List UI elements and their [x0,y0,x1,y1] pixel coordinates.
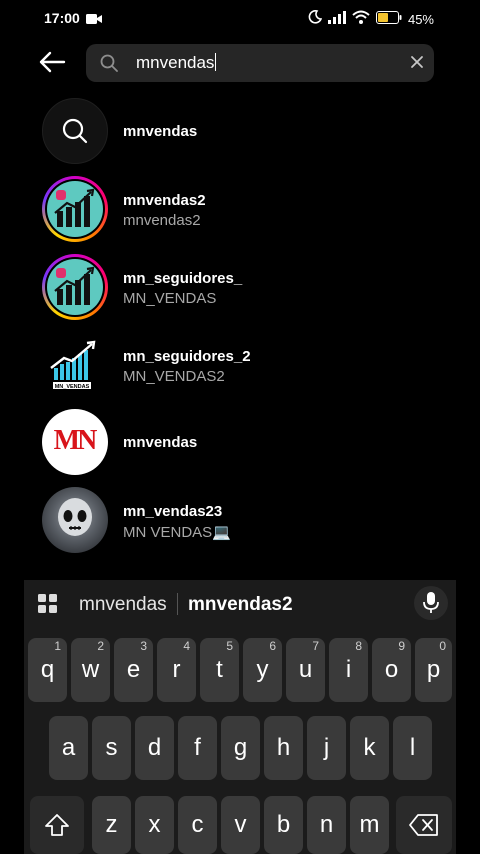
key-z[interactable]: z [92,796,131,854]
avatar [42,487,108,553]
key-t[interactable]: 5t [200,638,239,702]
result-subtitle: MN_VENDAS2 [123,368,225,385]
search-suggestion-avatar [42,98,108,164]
key-q[interactable]: 1q [28,638,67,702]
key-v[interactable]: v [221,796,260,854]
key-f[interactable]: f [178,716,217,780]
battery-icon [375,10,402,29]
battery-percent: 45% [407,12,434,27]
status-time: 17:00 [44,10,80,26]
backspace-icon [409,814,438,836]
result-subtitle: MN_VENDAS [123,290,217,307]
key-r[interactable]: 4r [157,638,196,702]
microphone-icon [423,592,439,613]
key-h[interactable]: h [264,716,303,780]
avatar: MN [42,409,108,475]
mask-face-icon [58,498,92,536]
key-w[interactable]: 2w [71,638,110,702]
list-item[interactable]: mnvendas [24,96,456,166]
microphone-button[interactable] [414,586,448,620]
back-button[interactable] [38,50,70,78]
chart-logo-icon [54,266,95,305]
key-l[interactable]: l [393,716,432,780]
phone-screen: 17:00 45% mnvendas mnvendas mnvendas2 mn… [24,0,456,854]
key-b[interactable]: b [264,796,303,854]
backspace-key[interactable] [396,796,452,854]
result-subtitle: mnvendas2 [123,212,201,229]
mn-logo: MN [53,425,98,456]
keyboard: mnvendas mnvendas2 1q 2w 3e 4r 5t 6y 7u … [24,580,456,854]
key-e[interactable]: 3e [114,638,153,702]
shift-key[interactable] [30,796,84,854]
result-title: mn_seguidores_2 [123,348,251,365]
key-n[interactable]: n [307,796,346,854]
search-icon [100,54,118,77]
search-input[interactable]: mnvendas [86,44,434,82]
key-s[interactable]: s [92,716,131,780]
suggestion-divider [177,593,178,615]
video-record-icon [86,12,102,30]
signal-icon [327,10,346,29]
result-subtitle: MN VENDAS💻 [123,524,231,541]
key-j[interactable]: j [307,716,346,780]
clear-search-button[interactable] [410,55,424,74]
list-item[interactable]: mn_vendas23 MN VENDAS💻 [24,485,456,555]
key-c[interactable]: c [178,796,217,854]
avatar: MN_VENDAS [42,332,108,398]
key-u[interactable]: 7u [286,638,325,702]
key-k[interactable]: k [350,716,389,780]
chart-badge-text: MN_VENDAS [55,384,90,390]
text-caret [215,53,217,71]
wifi-icon [352,10,370,29]
list-item[interactable]: MN mnvendas [24,407,456,477]
key-a[interactable]: a [49,716,88,780]
chart-logo-icon: MN_VENDAS [50,340,96,390]
key-g[interactable]: g [221,716,260,780]
suggestion-word[interactable]: mnvendas2 [188,594,293,616]
result-title: mnvendas [123,434,198,451]
list-item[interactable]: MN_VENDAS mn_seguidores_2 MN_VENDAS2 [24,330,456,400]
suggestion-strip: mnvendas mnvendas2 [24,580,456,628]
moon-icon [308,10,323,29]
key-o[interactable]: 9o [372,638,411,702]
result-title: mnvendas2 [123,192,206,209]
key-p[interactable]: 0p [415,638,452,702]
key-x[interactable]: x [135,796,174,854]
search-query: mnvendas [136,53,215,72]
shift-icon [45,814,69,836]
result-title: mn_vendas23 [123,503,223,520]
result-title: mnvendas [123,123,198,140]
key-y[interactable]: 6y [243,638,282,702]
key-d[interactable]: d [135,716,174,780]
avatar [42,176,108,242]
key-m[interactable]: m [350,796,389,854]
avatar [42,254,108,320]
status-bar: 17:00 45% [24,0,456,38]
result-title: mn_seguidores_ [123,270,243,287]
key-i[interactable]: 8i [329,638,368,702]
chart-logo-icon [54,188,95,227]
list-item[interactable]: mn_seguidores_ MN_VENDAS [24,252,456,322]
apps-grid-icon[interactable] [38,594,58,619]
list-item[interactable]: mnvendas2 mnvendas2 [24,174,456,244]
search-icon [62,118,88,144]
suggestion-word[interactable]: mnvendas [79,594,167,616]
